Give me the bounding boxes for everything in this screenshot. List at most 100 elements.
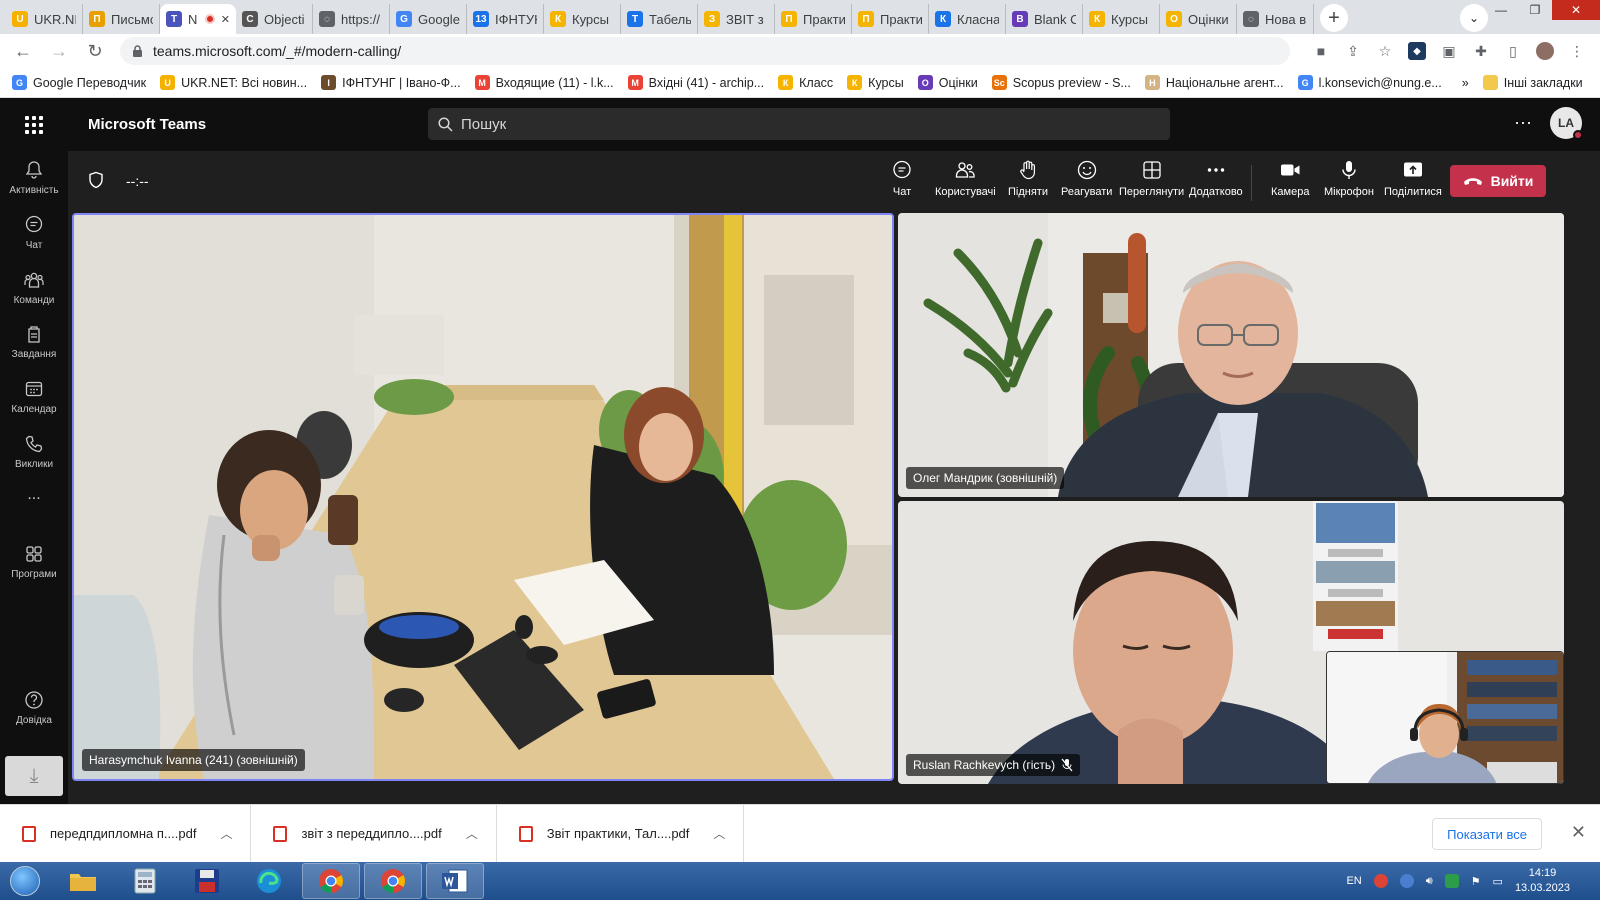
more-options-icon[interactable]: ···: [1514, 112, 1532, 133]
browser-tab[interactable]: О Оцінки: [1160, 4, 1237, 34]
security-tray-icon[interactable]: [1444, 874, 1459, 888]
bookmark-item[interactable]: І ІФНТУНГ | Івано-Ф...: [321, 75, 461, 90]
rail-item-apps[interactable]: Програми: [0, 535, 68, 587]
bookmark-item[interactable]: Н Національне агент...: [1144, 75, 1284, 90]
extension-icon[interactable]: ◆: [1408, 42, 1426, 60]
maximize-button[interactable]: ❐: [1518, 0, 1552, 20]
extension-2-icon[interactable]: ▣: [1440, 42, 1458, 60]
browser-tab[interactable]: З ЗВІТ з п: [698, 4, 775, 34]
app-launcher-icon[interactable]: [0, 98, 68, 151]
rail-item-assignments[interactable]: Завдання: [0, 315, 68, 367]
url-bar[interactable]: teams.microsoft.com/_#/modern-calling/: [120, 37, 1290, 65]
download-item[interactable]: передпдипломна п....pdf ︿: [0, 804, 252, 863]
browser-tab[interactable]: К Курсы: [544, 4, 621, 34]
bookmark-item[interactable]: M Входящие (11) - l.k...: [474, 75, 614, 90]
bookmark-item[interactable]: К Курсы: [847, 75, 904, 90]
close-downloads-icon[interactable]: ✕: [1571, 822, 1586, 843]
bookmark-item[interactable]: О Оцінки: [917, 75, 978, 90]
other-bookmarks[interactable]: Інші закладки: [1482, 75, 1583, 90]
download-item[interactable]: звіт з переддипло....pdf ︿: [251, 804, 497, 863]
rail-item-teams[interactable]: Команди: [0, 261, 68, 313]
bookmark-item[interactable]: M Вхідні (41) - archip...: [627, 75, 764, 90]
participants-button[interactable]: Користувачі: [935, 159, 996, 198]
puzzle-icon[interactable]: ✚: [1472, 42, 1490, 60]
taskbar-chrome[interactable]: [302, 863, 360, 899]
bookmarks-overflow-button[interactable]: »: [1462, 76, 1469, 90]
browser-tab[interactable]: C Objecti: [236, 4, 313, 34]
browser-menu-icon[interactable]: ⋮: [1568, 42, 1586, 60]
browser-tab[interactable]: К Курсы: [1083, 4, 1160, 34]
self-view-tile[interactable]: [1326, 651, 1564, 784]
clock[interactable]: 14:19 13.03.2023: [1515, 866, 1570, 896]
rail-item-help[interactable]: Довідка: [0, 681, 68, 733]
sidepanel-icon[interactable]: ▯: [1504, 42, 1522, 60]
taskbar-calculator[interactable]: [116, 863, 174, 899]
browser-tab[interactable]: ◌ https://: [313, 4, 390, 34]
profile-avatar[interactable]: [1536, 42, 1554, 60]
flag-icon[interactable]: ⚑: [1471, 875, 1481, 888]
rail-item-calls[interactable]: Виклики: [0, 425, 68, 477]
participant-tile-2[interactable]: Олег Мандрик (зовнішній): [898, 213, 1564, 497]
taskbar-chrome-2[interactable]: [364, 863, 422, 899]
reload-button[interactable]: ↻: [84, 40, 106, 62]
chevron-up-icon[interactable]: ︿: [466, 825, 478, 842]
call-chat-button[interactable]: Чат: [891, 159, 913, 198]
participant-tile-main[interactable]: Harasymchuk Ivanna (241) (зовнішній): [72, 213, 894, 781]
browser-tab[interactable]: П Практи: [775, 4, 852, 34]
rail-more-button[interactable]: ...: [0, 477, 68, 513]
chevron-up-icon[interactable]: ︿: [713, 825, 725, 842]
shield-icon[interactable]: [88, 171, 104, 189]
leave-call-button[interactable]: Вийти: [1450, 165, 1546, 197]
minimize-button[interactable]: —: [1484, 0, 1518, 20]
rail-item-calendar[interactable]: Календар: [0, 370, 68, 422]
close-tab-icon[interactable]: ✕: [221, 13, 230, 26]
browser-tab[interactable]: T N ✕: [160, 4, 236, 34]
bookmark-item[interactable]: Gl.konsevich@nung.e...: [1297, 75, 1442, 90]
taskbar-explorer[interactable]: [54, 863, 112, 899]
browser-tab[interactable]: ◌ Нова в: [1237, 4, 1314, 34]
show-all-downloads-button[interactable]: Показати все: [1432, 818, 1542, 850]
taskbar-save-app[interactable]: [178, 863, 236, 899]
help-tray-icon[interactable]: [1399, 874, 1414, 888]
chevron-up-icon[interactable]: ︿: [220, 825, 232, 842]
volume-icon[interactable]: 🔊︎: [1426, 875, 1433, 888]
bookmark-item[interactable]: U UKR.NET: Всі новин...: [160, 75, 307, 90]
back-button[interactable]: ←: [12, 40, 34, 62]
download-app-button[interactable]: ⤓: [5, 756, 63, 796]
browser-tab[interactable]: П Письмо: [83, 4, 160, 34]
rail-item-activity[interactable]: Активність: [0, 151, 68, 203]
browser-tab[interactable]: К Класна: [929, 4, 1006, 34]
chrome-tray-icon[interactable]: [1373, 874, 1388, 888]
camera-in-use-icon[interactable]: ■: [1312, 42, 1330, 60]
browser-tab[interactable]: Т Табель: [621, 4, 698, 34]
new-tab-button[interactable]: +: [1320, 4, 1348, 32]
bookmark-star-icon[interactable]: ☆: [1376, 42, 1394, 60]
taskbar-word[interactable]: [426, 863, 484, 899]
browser-tab[interactable]: U UKR.NE: [6, 4, 83, 34]
close-window-button[interactable]: ✕: [1552, 0, 1600, 20]
language-indicator[interactable]: EN: [1346, 875, 1361, 887]
download-item[interactable]: Звіт практики, Тал....pdf ︿: [497, 804, 745, 863]
user-avatar[interactable]: LA: [1550, 107, 1583, 140]
start-button[interactable]: [0, 862, 50, 900]
rail-item-chat[interactable]: Чат: [0, 206, 68, 258]
share-icon[interactable]: ⇪: [1344, 42, 1362, 60]
network-icon[interactable]: ▭: [1493, 875, 1503, 888]
bookmark-item[interactable]: G Google Переводчик: [12, 75, 146, 90]
bookmark-item[interactable]: К Класс: [778, 75, 833, 90]
browser-tab[interactable]: П Практи: [852, 4, 929, 34]
raise-hand-button[interactable]: Підняти: [1008, 159, 1048, 198]
browser-tab[interactable]: B Blank C: [1006, 4, 1083, 34]
bookmark-item[interactable]: Sc Scopus preview - S...: [991, 75, 1131, 90]
browser-tab[interactable]: 13 ІФНТУН: [467, 4, 544, 34]
react-button[interactable]: Реагувати: [1061, 159, 1112, 198]
view-button[interactable]: Переглянути: [1119, 159, 1184, 198]
taskbar-edge[interactable]: [240, 863, 298, 899]
share-button[interactable]: Поділитися: [1384, 159, 1442, 198]
more-actions-button[interactable]: Додатково: [1189, 159, 1243, 198]
microphone-button[interactable]: Мікрофон: [1324, 159, 1374, 198]
forward-button[interactable]: →: [48, 40, 70, 62]
camera-button[interactable]: Камера: [1271, 159, 1309, 198]
search-input[interactable]: Пошук: [428, 108, 1170, 140]
browser-tab[interactable]: G Google: [390, 4, 467, 34]
